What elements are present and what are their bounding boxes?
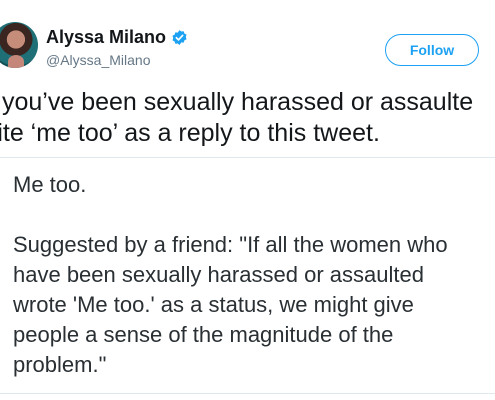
- quoted-text-line: Suggested by a friend: "If all the women…: [13, 232, 448, 257]
- quoted-text-line: have been sexually harassed or assaulted: [13, 262, 424, 287]
- follow-button[interactable]: Follow: [385, 34, 479, 66]
- verified-badge-icon: [172, 30, 187, 45]
- tweet-text-line: rite ‘me too’ as a reply to this tweet.: [0, 119, 380, 147]
- quoted-text-line: people a sense of the magnitude of the: [13, 322, 394, 347]
- quoted-text-line: Me too.: [13, 172, 87, 197]
- quoted-text-line: wrote 'Me too.' as a status, we might gi…: [13, 292, 414, 317]
- quoted-text-line: problem.": [13, 352, 107, 377]
- author-name-row: Alyssa Milano: [46, 27, 188, 48]
- author-handle[interactable]: @Alyssa_Milano: [46, 52, 150, 68]
- avatar[interactable]: [0, 22, 38, 68]
- tweet-text-line: you’ve been sexually harassed or assault…: [2, 88, 474, 116]
- divider: [0, 157, 495, 158]
- author-name[interactable]: Alyssa Milano: [46, 27, 166, 48]
- divider: [0, 393, 495, 394]
